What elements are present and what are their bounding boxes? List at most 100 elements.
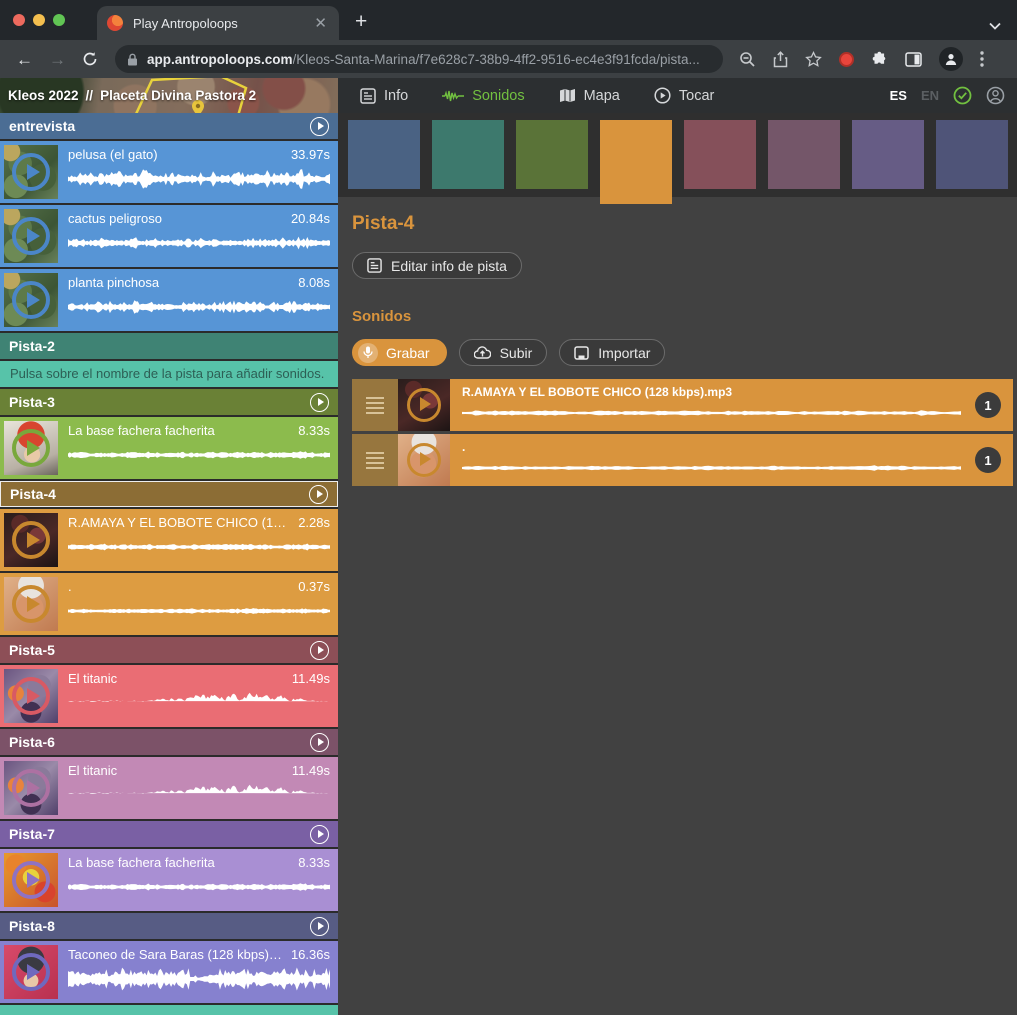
track-swatch-1[interactable] — [348, 120, 420, 189]
waveform-icon — [442, 89, 464, 103]
tab-search-chevron-icon[interactable] — [989, 22, 1001, 30]
forward-icon[interactable]: → — [49, 51, 66, 68]
url-bar[interactable]: app.antropoloops.com /Kleos-Santa-Marina… — [115, 45, 723, 73]
play-icon[interactable] — [12, 953, 50, 991]
lang-es-button[interactable]: ES — [890, 88, 907, 103]
bookmark-star-icon[interactable] — [805, 51, 822, 67]
play-icon[interactable] — [407, 443, 441, 477]
track-swatch-4-selected[interactable] — [600, 120, 672, 204]
close-window-button[interactable] — [13, 14, 25, 26]
sound-row[interactable]: planta pinchosa8.08s — [0, 269, 338, 331]
track-play-icon[interactable] — [309, 485, 328, 504]
sound-thumbnail[interactable] — [4, 209, 58, 263]
next-track-partial-header[interactable] — [0, 1005, 338, 1015]
reload-icon[interactable] — [82, 51, 98, 67]
sound-thumbnail[interactable] — [4, 945, 58, 999]
track-header-pista-7[interactable]: Pista-7 — [0, 821, 338, 847]
sound-item[interactable]: R.AMAYA Y EL BOBOTE CHICO (128 kbps).mp3… — [352, 379, 1013, 431]
sound-thumbnail[interactable] — [4, 577, 58, 631]
sound-row[interactable]: pelusa (el gato)33.97s — [0, 141, 338, 203]
recording-extension-icon[interactable] — [839, 52, 854, 67]
play-icon[interactable] — [12, 217, 50, 255]
sound-thumbnail[interactable] — [4, 421, 58, 475]
waveform — [68, 690, 330, 716]
play-icon[interactable] — [407, 388, 441, 422]
sound-row[interactable]: Taconeo de Sara Baras (128 kbps).mp316.3… — [0, 941, 338, 1003]
sound-thumbnail[interactable] — [4, 145, 58, 199]
play-icon[interactable] — [12, 677, 50, 715]
drag-handle-icon[interactable] — [352, 434, 398, 486]
sound-row[interactable]: .0.37s — [0, 573, 338, 635]
track-swatch-2[interactable] — [432, 120, 504, 189]
side-panel-icon[interactable] — [905, 52, 922, 67]
breadcrumb-separator: // — [86, 88, 94, 103]
new-tab-button[interactable]: + — [355, 11, 367, 32]
waveform — [68, 166, 330, 192]
track-play-icon[interactable] — [310, 825, 329, 844]
drag-handle-icon[interactable] — [352, 379, 398, 431]
play-icon[interactable] — [12, 861, 50, 899]
track-play-icon[interactable] — [310, 917, 329, 936]
track-header-pista-3[interactable]: Pista-3 — [0, 389, 338, 415]
sound-thumbnail[interactable] — [4, 513, 58, 567]
track-swatch-6[interactable] — [768, 120, 840, 189]
menu-kebab-icon[interactable] — [980, 51, 984, 67]
nav-item-tocar[interactable]: Tocar — [654, 87, 714, 104]
sound-row[interactable]: R.AMAYA Y EL BOBOTE CHICO (128 kbps)....… — [0, 509, 338, 571]
play-icon[interactable] — [12, 153, 50, 191]
maximize-window-button[interactable] — [53, 14, 65, 26]
nav-item-sonidos[interactable]: Sonidos — [442, 88, 524, 104]
play-icon[interactable] — [12, 429, 50, 467]
breadcrumb-location[interactable]: Placeta Divina Pastora 2 — [100, 88, 256, 103]
track-play-icon[interactable] — [310, 733, 329, 752]
sound-thumbnail[interactable] — [398, 434, 450, 486]
track-header-pista-2[interactable]: Pista-2 — [0, 333, 338, 359]
account-icon[interactable] — [986, 86, 1005, 105]
zoom-out-icon[interactable] — [739, 51, 756, 68]
project-header-photo[interactable]: Kleos 2022 // Placeta Divina Pastora 2 — [0, 78, 338, 113]
upload-button[interactable]: Subir — [459, 339, 548, 366]
edit-track-info-button[interactable]: Editar info de pista — [352, 252, 522, 279]
nav-item-mapa[interactable]: Mapa — [559, 88, 620, 104]
sound-thumbnail[interactable] — [4, 273, 58, 327]
breadcrumb-project[interactable]: Kleos 2022 — [8, 88, 79, 103]
track-header-entrevista[interactable]: entrevista — [0, 113, 338, 139]
track-header-pista-8[interactable]: Pista-8 — [0, 913, 338, 939]
play-icon[interactable] — [12, 769, 50, 807]
record-button[interactable]: Grabar — [352, 339, 447, 366]
share-icon[interactable] — [773, 51, 788, 68]
sound-thumbnail[interactable] — [4, 853, 58, 907]
status-check-icon[interactable] — [953, 86, 972, 105]
sound-thumbnail[interactable] — [398, 379, 450, 431]
track-header-pista-6[interactable]: Pista-6 — [0, 729, 338, 755]
sound-item[interactable]: . 1 — [352, 434, 1013, 486]
nav-item-info[interactable]: Info — [360, 88, 408, 104]
play-icon[interactable] — [12, 281, 50, 319]
tab-close-icon[interactable]: ✕ — [312, 14, 329, 32]
sound-row[interactable]: La base fachera facherita8.33s — [0, 417, 338, 479]
sound-row[interactable]: El titanic11.49s — [0, 665, 338, 727]
track-play-icon[interactable] — [310, 117, 329, 136]
sound-row[interactable]: cactus peligroso20.84s — [0, 205, 338, 267]
import-button[interactable]: Importar — [559, 339, 665, 366]
sound-row[interactable]: La base fachera facherita8.33s — [0, 849, 338, 911]
sound-thumbnail[interactable] — [4, 761, 58, 815]
lang-en-button[interactable]: EN — [921, 88, 939, 103]
track-swatch-7[interactable] — [852, 120, 924, 189]
track-swatch-3[interactable] — [516, 120, 588, 189]
back-icon[interactable]: ← — [16, 51, 33, 68]
track-swatch-5[interactable] — [684, 120, 756, 189]
track-header-pista-4[interactable]: Pista-4 — [0, 481, 338, 507]
play-icon[interactable] — [12, 585, 50, 623]
sound-row[interactable]: El titanic11.49s — [0, 757, 338, 819]
profile-avatar[interactable] — [939, 47, 963, 71]
sound-thumbnail[interactable] — [4, 669, 58, 723]
browser-tab[interactable]: Play Antropoloops ✕ — [97, 6, 339, 40]
track-swatch-8[interactable] — [936, 120, 1008, 189]
track-play-icon[interactable] — [310, 641, 329, 660]
minimize-window-button[interactable] — [33, 14, 45, 26]
extensions-puzzle-icon[interactable] — [871, 51, 888, 68]
track-play-icon[interactable] — [310, 393, 329, 412]
play-icon[interactable] — [12, 521, 50, 559]
track-header-pista-5[interactable]: Pista-5 — [0, 637, 338, 663]
